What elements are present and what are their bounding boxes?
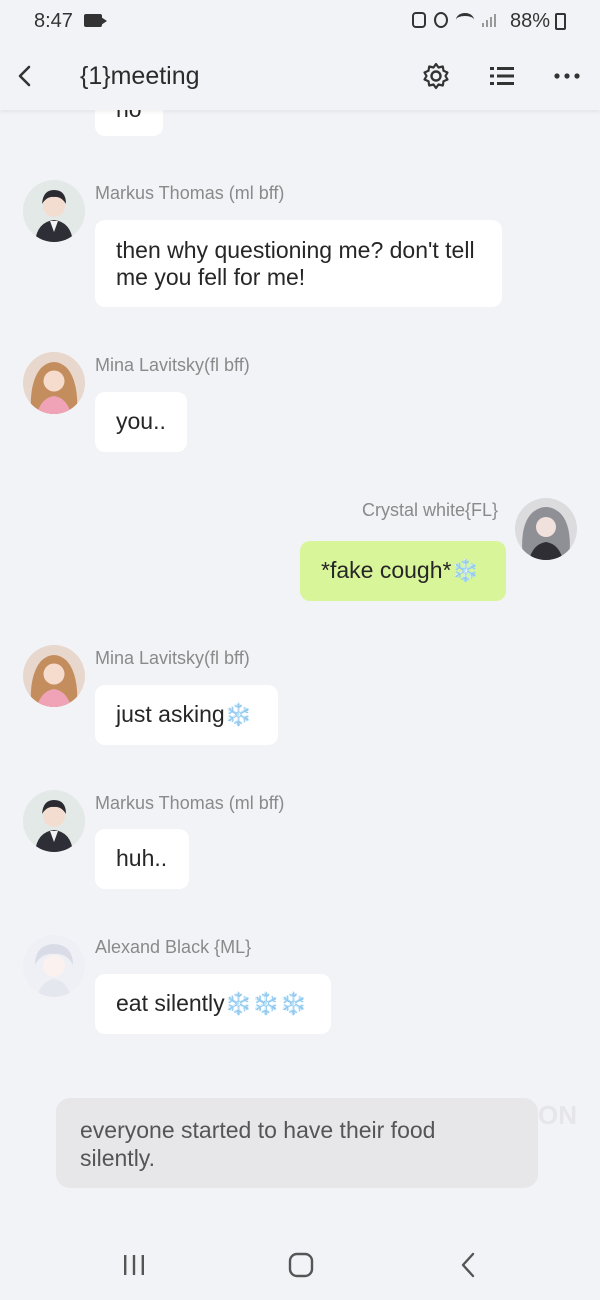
alexand-avatar[interactable] bbox=[23, 935, 85, 997]
chat-header: {1}meeting bbox=[0, 44, 600, 110]
status-time: 8:47 bbox=[34, 10, 73, 32]
signal-icon bbox=[482, 13, 496, 27]
back-arrow-icon bbox=[18, 65, 31, 87]
avatar-image bbox=[515, 498, 577, 560]
sender-name: Crystal white{FL} bbox=[362, 500, 499, 520]
sender-name: Mina Lavitsky(fl bff) bbox=[95, 355, 250, 375]
mina-avatar[interactable] bbox=[23, 352, 85, 414]
settings-gear-icon bbox=[423, 62, 449, 90]
status-icons bbox=[412, 12, 496, 28]
home-button[interactable] bbox=[284, 1248, 318, 1282]
nav-back-button[interactable] bbox=[452, 1248, 486, 1282]
avatar-image bbox=[23, 352, 85, 414]
sender-name: Alexand Black {ML} bbox=[95, 937, 252, 957]
video-recording-icon bbox=[84, 14, 107, 27]
home-icon bbox=[288, 1252, 314, 1278]
snowflake-emoji: ❄️ bbox=[224, 702, 253, 727]
narration-box[interactable]: everyone started to have their food sile… bbox=[56, 1098, 538, 1188]
more-dots-icon bbox=[554, 73, 580, 79]
chat-area[interactable]: no Markus Thomas (ml bff) then why quest… bbox=[0, 110, 600, 1230]
message-text: just asking bbox=[116, 701, 225, 727]
sender-name: Markus Thomas (ml bff) bbox=[95, 183, 285, 203]
snowflake-emoji: ❄️❄️❄️ bbox=[224, 991, 307, 1016]
navigation-bar bbox=[0, 1230, 600, 1300]
battery-saver-icon bbox=[412, 12, 426, 28]
status-bar: 8:47 88% bbox=[0, 0, 600, 44]
crystal-avatar[interactable] bbox=[515, 498, 577, 560]
message-bubble[interactable]: huh.. bbox=[95, 829, 189, 889]
narration-text: everyone started to have their food sile… bbox=[80, 1117, 436, 1171]
settings-button[interactable] bbox=[421, 61, 451, 91]
message-text: huh.. bbox=[116, 845, 168, 871]
message-bubble[interactable]: just asking❄️ bbox=[95, 685, 278, 745]
message-text: then why questioning me? don't tell me y… bbox=[116, 237, 475, 290]
list-menu-icon bbox=[490, 67, 514, 85]
recent-apps-button[interactable] bbox=[117, 1248, 151, 1282]
battery-percentage: 88% bbox=[510, 10, 551, 32]
battery-charging-icon bbox=[555, 13, 566, 30]
watermark: ON bbox=[538, 1100, 577, 1130]
avatar-image bbox=[23, 180, 85, 242]
message-bubble[interactable]: then why questioning me? don't tell me y… bbox=[95, 220, 502, 307]
message-text: *fake cough* bbox=[321, 557, 452, 583]
recent-apps-icon bbox=[124, 1255, 144, 1275]
sender-name: Markus Thomas (ml bff) bbox=[95, 793, 285, 813]
snowflake-emoji: ❄️ bbox=[451, 558, 479, 583]
sender-name: Mina Lavitsky(fl bff) bbox=[95, 648, 250, 668]
avatar-image bbox=[23, 935, 85, 997]
chat-title: {1}meeting bbox=[80, 62, 200, 90]
avatar-image bbox=[23, 790, 85, 852]
avatar-image bbox=[23, 645, 85, 707]
message-text: eat silently bbox=[116, 990, 225, 1016]
message-text: you.. bbox=[116, 408, 166, 434]
list-button[interactable] bbox=[487, 61, 517, 91]
message-bubble[interactable]: you.. bbox=[95, 392, 187, 452]
markus-avatar[interactable] bbox=[23, 790, 85, 852]
back-button[interactable] bbox=[12, 62, 40, 90]
more-button[interactable] bbox=[552, 61, 582, 91]
markus-avatar[interactable] bbox=[23, 180, 85, 242]
wifi-icon bbox=[456, 13, 474, 27]
back-icon bbox=[461, 1252, 475, 1278]
alarm-icon bbox=[434, 12, 448, 28]
message-bubble[interactable]: no bbox=[95, 110, 163, 136]
message-text: no bbox=[116, 110, 142, 122]
my-message-bubble[interactable]: *fake cough*❄️ bbox=[300, 541, 506, 601]
mina-avatar[interactable] bbox=[23, 645, 85, 707]
message-bubble[interactable]: eat silently❄️❄️❄️ bbox=[95, 974, 331, 1034]
